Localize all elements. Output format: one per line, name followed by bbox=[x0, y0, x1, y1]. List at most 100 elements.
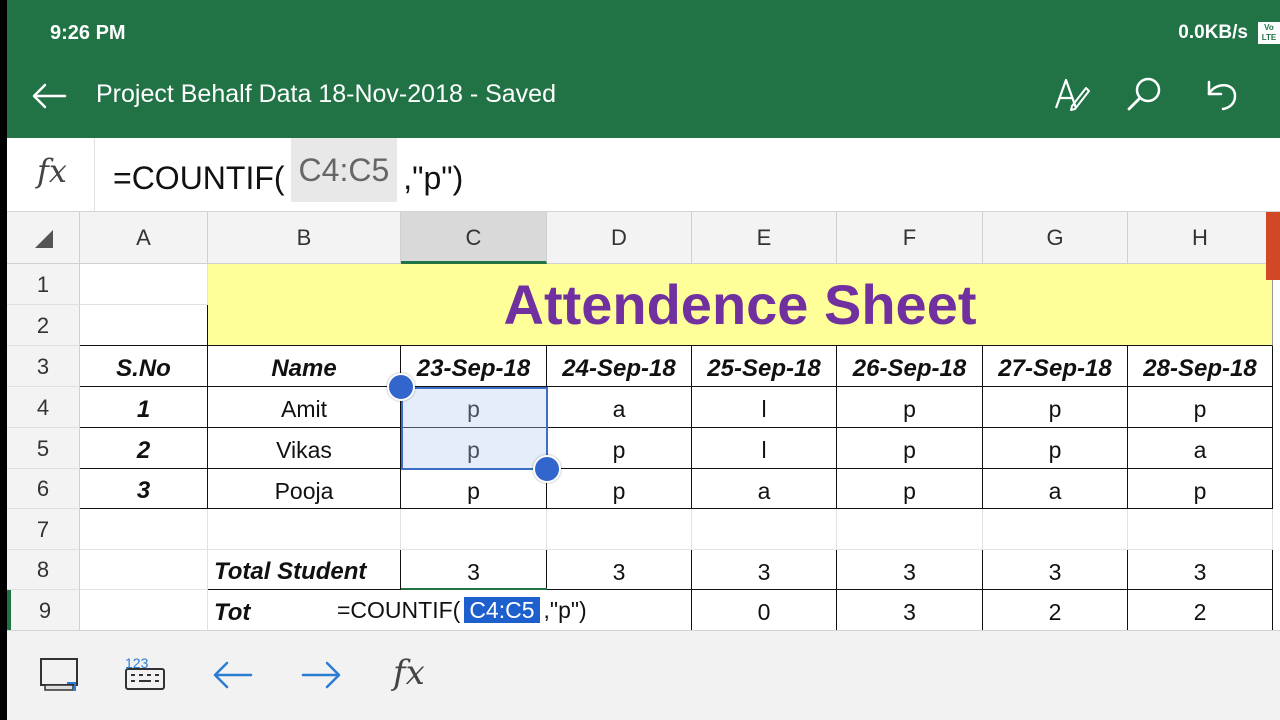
column-header-f[interactable]: F bbox=[837, 212, 983, 264]
empty-cell[interactable] bbox=[80, 590, 208, 630]
row-header-3[interactable]: 3 bbox=[7, 346, 80, 387]
name-cell[interactable]: Pooja bbox=[208, 469, 401, 509]
scroll-indicator[interactable] bbox=[1266, 212, 1280, 280]
in-cell-formula-editor[interactable]: =COUNTIF(C4:C5 ,"p") bbox=[258, 590, 691, 630]
sheet-banner-title[interactable]: Attendence Sheet bbox=[208, 264, 1273, 346]
row-header-2[interactable]: 2 bbox=[7, 305, 80, 346]
keyboard-icon[interactable] bbox=[123, 653, 167, 697]
insert-function-button[interactable]: fx bbox=[7, 138, 95, 211]
attendance-cell[interactable]: l bbox=[692, 387, 837, 428]
view-toggle-icon[interactable] bbox=[37, 653, 81, 697]
total-student-value[interactable]: 3 bbox=[837, 550, 983, 590]
header-cell[interactable]: S.No bbox=[80, 346, 208, 387]
row9-value[interactable]: 2 bbox=[983, 590, 1128, 630]
attendance-cell[interactable]: p bbox=[1128, 469, 1273, 509]
attendance-cell[interactable]: p bbox=[837, 469, 983, 509]
document-title: Project Behalf Data 18-Nov-2018 - Saved bbox=[96, 80, 556, 108]
cell-a1[interactable] bbox=[80, 264, 208, 305]
attendance-cell[interactable]: p bbox=[401, 469, 547, 509]
header-cell[interactable]: 25-Sep-18 bbox=[692, 346, 837, 387]
attendance-cell[interactable]: p bbox=[547, 469, 692, 509]
header-cell[interactable]: 28-Sep-18 bbox=[1128, 346, 1273, 387]
header-cell[interactable]: 27-Sep-18 bbox=[983, 346, 1128, 387]
column-header-a[interactable]: A bbox=[80, 212, 208, 264]
column-header-h[interactable]: H bbox=[1128, 212, 1273, 264]
total-student-value[interactable]: 3 bbox=[1128, 550, 1273, 590]
column-header-d[interactable]: D bbox=[547, 212, 692, 264]
selection-handle-bottom-right[interactable] bbox=[533, 455, 561, 483]
name-cell[interactable]: Vikas bbox=[208, 428, 401, 469]
cell-a2[interactable] bbox=[80, 305, 208, 346]
empty-cell[interactable] bbox=[1128, 509, 1273, 550]
attendance-cell[interactable]: a bbox=[1128, 428, 1273, 469]
row9-value[interactable]: 2 bbox=[1128, 590, 1273, 630]
empty-cell[interactable] bbox=[401, 509, 547, 550]
serial-cell[interactable]: 2 bbox=[80, 428, 208, 469]
empty-cell[interactable] bbox=[837, 509, 983, 550]
header-cell[interactable]: 26-Sep-18 bbox=[837, 346, 983, 387]
header-cell[interactable]: 23-Sep-18 bbox=[401, 346, 547, 387]
formula-suffix: ,"p") bbox=[403, 159, 464, 196]
attendance-cell[interactable]: p bbox=[401, 428, 547, 469]
total-student-value[interactable]: 3 bbox=[692, 550, 837, 590]
row-header-5[interactable]: 5 bbox=[7, 428, 80, 469]
header-cell[interactable]: 24-Sep-18 bbox=[547, 346, 692, 387]
column-header-b[interactable]: B bbox=[208, 212, 401, 264]
formula-range-ref[interactable]: C4:C5 bbox=[290, 138, 398, 202]
empty-cell[interactable] bbox=[983, 509, 1128, 550]
column-header-g[interactable]: G bbox=[983, 212, 1128, 264]
serial-cell[interactable]: 3 bbox=[80, 469, 208, 509]
attendance-cell[interactable]: p bbox=[837, 387, 983, 428]
serial-cell[interactable]: 1 bbox=[80, 387, 208, 428]
attendance-cell[interactable]: p bbox=[401, 387, 547, 428]
select-all-button[interactable] bbox=[7, 212, 80, 264]
attendance-cell[interactable]: p bbox=[983, 387, 1128, 428]
empty-cell[interactable] bbox=[547, 509, 692, 550]
total-student-label[interactable]: Total Student bbox=[208, 550, 401, 590]
spreadsheet-grid[interactable]: ABCDEFGH 123456789 Attendence Sheet S.No N… bbox=[7, 212, 1280, 630]
empty-cell[interactable] bbox=[692, 509, 837, 550]
back-arrow-icon[interactable] bbox=[29, 76, 69, 116]
attendance-cell[interactable]: p bbox=[837, 428, 983, 469]
row-header-7[interactable]: 7 bbox=[7, 509, 80, 550]
format-text-icon[interactable] bbox=[1052, 74, 1092, 114]
formula-prefix: =COUNTIF( bbox=[113, 159, 285, 196]
empty-cell[interactable] bbox=[80, 509, 208, 550]
column-header-e[interactable]: E bbox=[692, 212, 837, 264]
row-header-8[interactable]: 8 bbox=[7, 550, 80, 590]
row9-value[interactable]: 3 bbox=[837, 590, 983, 630]
attendance-cell[interactable]: a bbox=[547, 387, 692, 428]
search-icon[interactable] bbox=[1125, 74, 1165, 114]
status-time: 9:26 PM bbox=[50, 22, 126, 44]
excel-app: 9:26 PM 0.0KB/s Vo LTE Project Behalf Dat… bbox=[7, 0, 1280, 720]
bottom-toolbar: 123 fx bbox=[7, 630, 1280, 720]
formula-bar: fx =COUNTIF( C4:C5 ,"p") bbox=[7, 138, 1280, 212]
row-header-4[interactable]: 4 bbox=[7, 387, 80, 428]
attendance-cell[interactable]: p bbox=[1128, 387, 1273, 428]
total-student-value[interactable]: 3 bbox=[983, 550, 1128, 590]
column-header-c[interactable]: C bbox=[401, 212, 547, 264]
attendance-cell[interactable]: p bbox=[547, 428, 692, 469]
arrow-right-icon[interactable] bbox=[299, 653, 343, 697]
arrow-left-icon[interactable] bbox=[211, 653, 255, 697]
attendance-cell[interactable]: p bbox=[983, 428, 1128, 469]
attendance-cell[interactable]: a bbox=[983, 469, 1128, 509]
total-student-value[interactable]: 3 bbox=[547, 550, 692, 590]
lte-badge-icon: Vo LTE bbox=[1258, 22, 1280, 44]
total-student-value[interactable]: 3 bbox=[401, 550, 547, 590]
empty-cell[interactable] bbox=[208, 509, 401, 550]
row9-value[interactable]: 0 bbox=[692, 590, 837, 630]
name-cell[interactable]: Amit bbox=[208, 387, 401, 428]
formula-input[interactable]: =COUNTIF( C4:C5 ,"p") bbox=[113, 138, 464, 202]
undo-icon[interactable] bbox=[1201, 74, 1241, 114]
selection-handle-top-left[interactable] bbox=[387, 373, 415, 401]
editor-range-ref[interactable]: C4:C5 bbox=[464, 597, 540, 623]
empty-cell[interactable] bbox=[80, 550, 208, 590]
header-cell[interactable]: Name bbox=[208, 346, 401, 387]
row-header-6[interactable]: 6 bbox=[7, 469, 80, 509]
attendance-cell[interactable]: a bbox=[692, 469, 837, 509]
row-header-9[interactable]: 9 bbox=[7, 590, 80, 630]
function-icon[interactable]: fx bbox=[393, 653, 425, 693]
attendance-cell[interactable]: l bbox=[692, 428, 837, 469]
row-header-1[interactable]: 1 bbox=[7, 264, 80, 305]
